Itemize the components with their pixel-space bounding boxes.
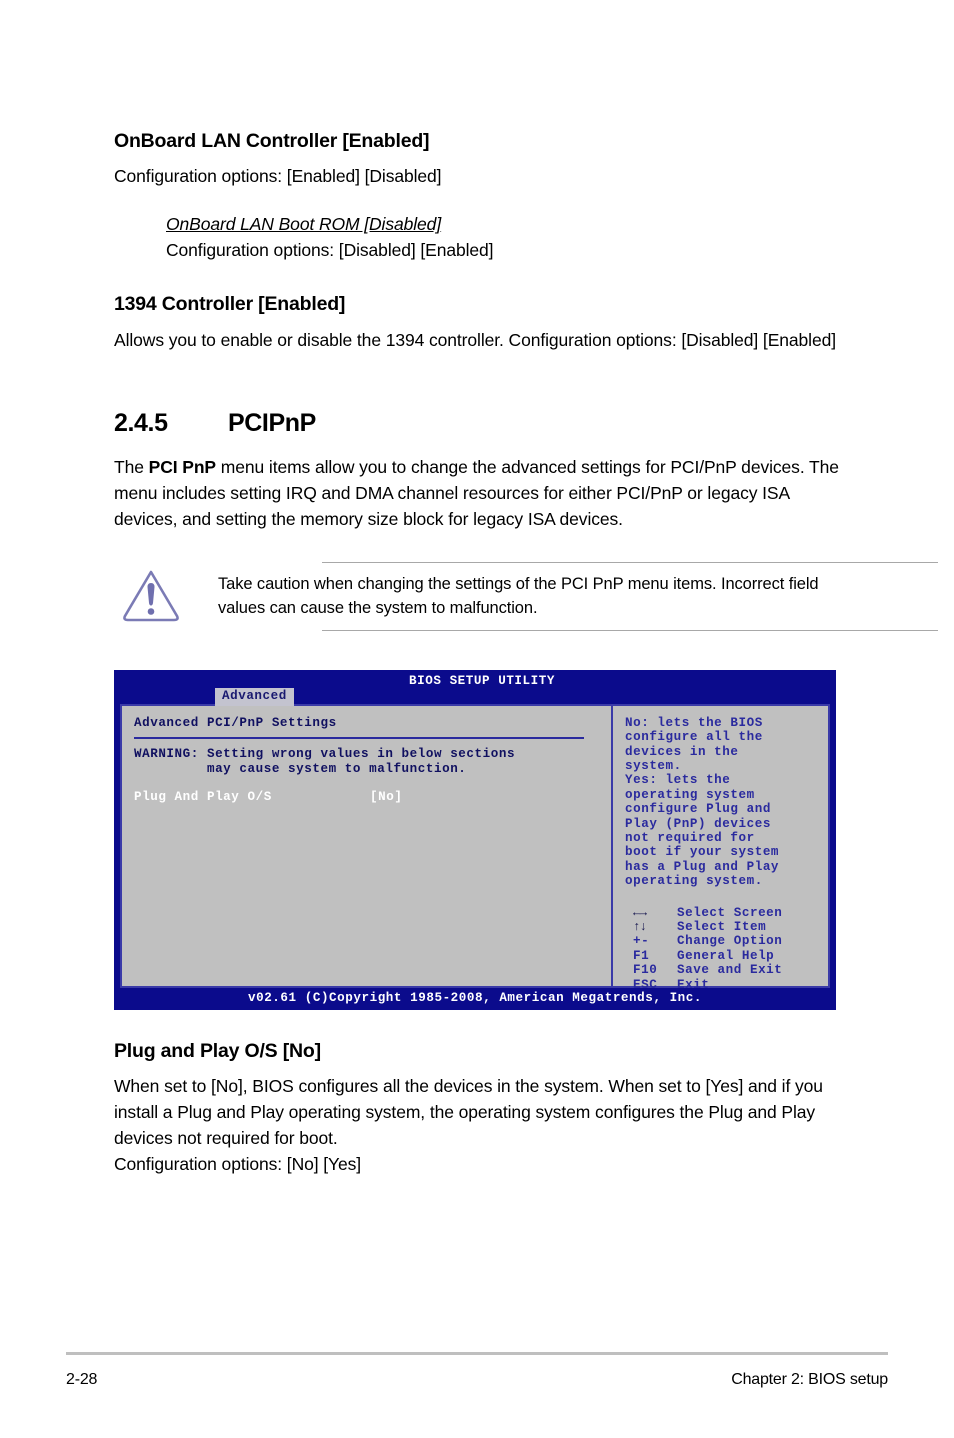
pcipnp-intro-paragraph: The PCI PnP menu items allow you to chan… — [114, 454, 854, 532]
bios-help-line: boot if your system — [625, 845, 780, 860]
heading-1394-controller: 1394 Controller [Enabled] — [114, 293, 346, 316]
note-body: Take caution when changing the settings … — [218, 563, 834, 630]
section-number: 2.4.5 — [114, 408, 168, 437]
bios-legend-label: Change Option — [677, 934, 783, 949]
bios-legend-label: General Help — [677, 948, 775, 963]
bios-help-line: operating system. — [625, 874, 763, 889]
bios-legend-key: F10 — [633, 963, 658, 978]
bios-main-panel: Advanced PCI/PnP Settings WARNING: Setti… — [122, 705, 613, 986]
note-bottom-rule — [322, 629, 938, 631]
document-page: OnBoard LAN Controller [Enabled] Configu… — [0, 0, 954, 1438]
page-content: OnBoard LAN Controller [Enabled] Configu… — [114, 130, 938, 1177]
bios-warning-line-1: WARNING: Setting wrong values in below s… — [134, 747, 516, 762]
bios-help-line: has a Plug and Play — [625, 859, 780, 874]
pcipnp-intro-emphasis: PCI PnP — [148, 456, 216, 477]
footer-rule — [66, 1352, 888, 1355]
bios-legend-label: Exit — [677, 977, 710, 992]
footer-page-number: 2-28 — [66, 1371, 98, 1388]
bios-frame: Advanced PCI/PnP Settings WARNING: Setti… — [120, 703, 830, 992]
bios-legend-row: F10 Save and Exit — [625, 963, 828, 977]
bios-help-line: Yes: lets the — [625, 773, 731, 788]
plug-and-play-os-description: When set to [No], BIOS configures all th… — [114, 1076, 823, 1149]
bios-title: BIOS SETUP UTILITY — [409, 673, 555, 688]
bios-legend-key: ESC — [633, 977, 658, 992]
bios-heading-rule — [134, 737, 584, 740]
bios-legend-key: +- — [633, 934, 650, 949]
bios-help-line: No: lets the BIOS — [625, 715, 763, 730]
caution-triangle-icon — [120, 566, 182, 624]
controller-1394-description: Allows you to enable or disable the 1394… — [114, 329, 836, 350]
section-title: PCIPnP — [228, 408, 316, 437]
bios-legend-label: Save and Exit — [677, 963, 783, 978]
bios-help-line: configure all the — [625, 730, 763, 745]
bios-setting-value: [No] — [370, 790, 403, 805]
section-heading-pcipnp: 2.4.5 PCIPnP — [114, 409, 854, 438]
bios-titlebar: BIOS SETUP UTILITY Advanced — [114, 669, 836, 706]
onboard-lan-boot-rom-block: OnBoard LAN Boot ROM [Disabled] Configur… — [166, 211, 854, 263]
bios-key-legend: ←→ Select Screen ↑↓ Select Item +- Change Opt… — [625, 906, 828, 992]
bios-legend-row: ←→ Select Screen — [625, 906, 828, 920]
footer-row: 2-28 Chapter 2: BIOS setup — [66, 1371, 888, 1389]
subheading-onboard-lan-boot-rom: OnBoard LAN Boot ROM [Disabled] — [166, 214, 442, 235]
bios-setting-label: Plug And Play O/S — [134, 790, 272, 805]
bios-legend-row: F1 General Help — [625, 949, 828, 963]
heading-plug-and-play-os: Plug and Play O/S [No] — [114, 1039, 321, 1062]
bios-setup-screenshot: BIOS SETUP UTILITY Advanced Advanced PCI… — [114, 669, 836, 1010]
bios-help-line: operating system — [625, 787, 755, 802]
bios-legend-row: ESC Exit — [625, 978, 828, 992]
page-footer: 2-28 Chapter 2: BIOS setup — [66, 1352, 888, 1389]
pcipnp-intro-prefix: The — [114, 456, 149, 477]
bios-tab-advanced[interactable]: Advanced — [215, 687, 294, 706]
bios-legend-arrow-icon: ←→ — [633, 905, 647, 920]
bios-help-panel: No: lets the BIOS configure all the device… — [613, 706, 828, 992]
bios-warning-line-2: may cause system to malfunction. — [134, 761, 467, 776]
footer-chapter-label: Chapter 2: BIOS setup — [731, 1371, 888, 1388]
bios-help-text: No: lets the BIOS configure all the device… — [625, 716, 828, 889]
bios-help-line: system. — [625, 759, 682, 773]
bios-legend-label: Select Screen — [677, 905, 783, 920]
caution-note: Take caution when changing the settings … — [114, 561, 938, 634]
pcipnp-intro-rest: menu items allow you to change the advan… — [114, 456, 839, 529]
bios-help-line: Play (PnP) devices — [625, 816, 771, 831]
bios-legend-row: +- Change Option — [625, 934, 828, 948]
bios-panel-heading: Advanced PCI/PnP Settings — [134, 715, 337, 730]
bios-help-line: not required for — [625, 831, 755, 846]
plug-and-play-os-config-options: Configuration options: [No] [Yes] — [114, 1154, 362, 1175]
bios-setting-row-plug-and-play-os[interactable]: Plug And Play O/S [No] — [134, 790, 611, 804]
bios-legend-row: ↑↓ Select Item — [625, 920, 828, 934]
bios-legend-key: F1 — [633, 948, 650, 963]
bios-legend-arrow-icon: ↑↓ — [633, 920, 647, 935]
heading-onboard-lan-controller: OnBoard LAN Controller [Enabled] — [114, 130, 430, 152]
caution-note-text: Take caution when changing the settings … — [218, 574, 819, 617]
bios-help-line: configure Plug and — [625, 802, 771, 817]
onboard-lan-config-options: Configuration options: [Enabled] [Disabl… — [114, 166, 442, 187]
bios-help-line: devices in the — [625, 744, 739, 759]
bios-legend-label: Select Item — [677, 920, 767, 935]
onboard-lan-boot-rom-config-options: Configuration options: [Disabled] [Enabl… — [166, 240, 494, 261]
